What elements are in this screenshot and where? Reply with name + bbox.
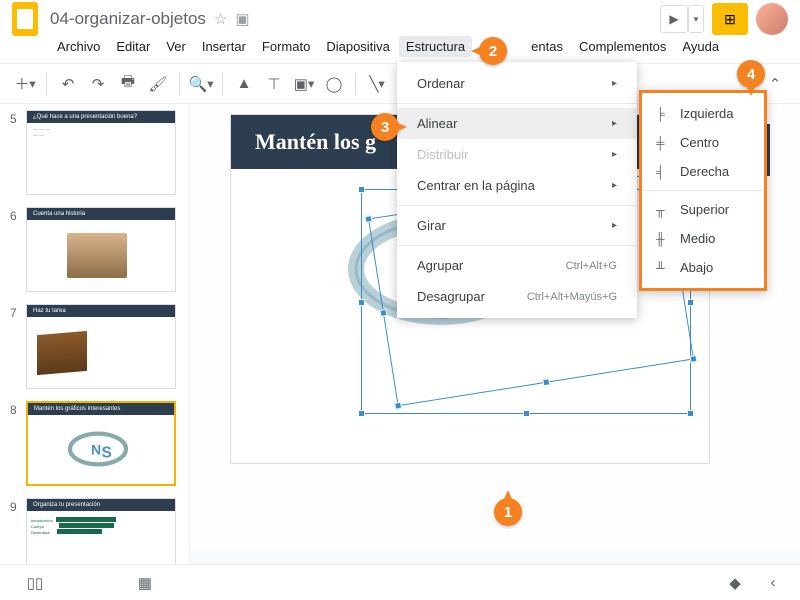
menu-editar[interactable]: Editar xyxy=(109,36,157,57)
callout-1: 1 xyxy=(494,498,522,526)
menu-centrar[interactable]: Centrar en la página▸ xyxy=(397,170,637,201)
menu-ver[interactable]: Ver xyxy=(159,36,193,57)
menu-diapositiva[interactable]: Diapositiva xyxy=(319,36,397,57)
user-avatar[interactable] xyxy=(756,3,788,35)
thumb-slide-8[interactable]: Mantén los gráficos interesantes NS xyxy=(26,401,176,486)
slide-thumbnails: 5 ¿Qué hace a una presentación buena?— —… xyxy=(0,104,190,594)
menu-formato[interactable]: Formato xyxy=(255,36,317,57)
redo-button[interactable]: ↷ xyxy=(85,71,111,97)
svg-text:S: S xyxy=(102,444,112,461)
align-right-icon: ╡ xyxy=(656,165,670,179)
menu-estructura[interactable]: Estructura xyxy=(399,36,472,57)
paint-format-button[interactable]: 🖌 xyxy=(145,71,171,97)
thumb-number: 8 xyxy=(10,401,26,486)
callout-2: 2 xyxy=(479,37,507,65)
document-title[interactable]: 04-organizar-objetos xyxy=(50,9,206,29)
present-button[interactable]: ▶ xyxy=(660,5,688,33)
undo-button[interactable]: ↶ xyxy=(55,71,81,97)
line-tool[interactable]: ╲▾ xyxy=(364,71,390,97)
bottom-bar: ▯▯ ▦ ◆ ‹ xyxy=(0,564,800,600)
menu-agrupar[interactable]: AgruparCtrl+Alt+G xyxy=(397,250,637,281)
menu-desagrupar[interactable]: DesagruparCtrl+Alt+Mayús+G xyxy=(397,281,637,312)
explore-icon[interactable]: ◆ xyxy=(720,574,750,592)
print-button[interactable]: 🖶 xyxy=(115,71,141,97)
thumb-number: 7 xyxy=(10,304,26,389)
align-middle[interactable]: ╫Medio xyxy=(642,224,764,253)
present-dropdown[interactable]: ▾ xyxy=(688,5,704,33)
align-center[interactable]: ╪Centro xyxy=(642,128,764,157)
textbox-tool[interactable]: ⊤ xyxy=(261,71,287,97)
menu-girar[interactable]: Girar▸ xyxy=(397,210,637,241)
align-center-icon: ╪ xyxy=(656,136,670,150)
align-top[interactable]: ╥Superior xyxy=(642,195,764,224)
estructura-menu: Ordenar▸ Alinear▸ Distribuir▸ Centrar en… xyxy=(397,62,637,318)
thumb-number: 6 xyxy=(10,207,26,292)
thumb-slide-7[interactable]: Haz tu tarea xyxy=(26,304,176,389)
align-bottom-icon: ╨ xyxy=(656,261,670,275)
slides-app-icon[interactable] xyxy=(12,2,38,36)
callout-4: 4 xyxy=(737,60,765,88)
align-middle-icon: ╫ xyxy=(656,232,670,246)
menu-ordenar[interactable]: Ordenar▸ xyxy=(397,68,637,99)
image-tool[interactable]: ▣▾ xyxy=(291,71,317,97)
chevron-left-icon[interactable]: ‹ xyxy=(758,574,788,592)
align-right[interactable]: ╡Derecha xyxy=(642,157,764,186)
horizontal-scroll[interactable] xyxy=(190,551,800,564)
thumb-slide-6[interactable]: Cuenta una historia xyxy=(26,207,176,292)
svg-text:N: N xyxy=(91,442,101,458)
alinear-submenu: ╞Izquierda ╪Centro ╡Derecha ╥Superior ╫M… xyxy=(639,90,767,291)
menu-alinear[interactable]: Alinear▸ xyxy=(397,108,637,139)
menu-complementos[interactable]: Complementos xyxy=(572,36,673,57)
menu-bar: Archivo Editar Ver Insertar Formato Diap… xyxy=(0,34,800,64)
folder-icon[interactable]: ▣ xyxy=(235,10,249,28)
title-bar: 04-organizar-objetos ☆ ▣ ▶ ▾ ⊞ xyxy=(0,0,800,34)
align-bottom[interactable]: ╨Abajo xyxy=(642,253,764,282)
callout-3: 3 xyxy=(371,113,399,141)
menu-insertar[interactable]: Insertar xyxy=(195,36,253,57)
star-icon[interactable]: ☆ xyxy=(214,10,227,28)
filmstrip-view-icon[interactable]: ▯▯ xyxy=(20,574,50,592)
align-top-icon: ╥ xyxy=(656,203,670,217)
thumb-slide-5[interactable]: ¿Qué hace a una presentación buena?— — —… xyxy=(26,110,176,195)
shape-tool[interactable]: ◯ xyxy=(321,71,347,97)
select-tool[interactable]: ▲ xyxy=(231,71,257,97)
zoom-button[interactable]: 🔍▾ xyxy=(188,71,214,97)
thumb-number: 5 xyxy=(10,110,26,195)
new-slide-button[interactable]: ＋▾ xyxy=(12,71,38,97)
menu-ayuda[interactable]: Ayuda xyxy=(675,36,726,57)
grid-view-icon[interactable]: ▦ xyxy=(130,574,160,592)
menu-distribuir: Distribuir▸ xyxy=(397,139,637,170)
align-left[interactable]: ╞Izquierda xyxy=(642,99,764,128)
menu-herramientas[interactable]: entas xyxy=(524,36,570,57)
align-left-icon: ╞ xyxy=(656,107,670,121)
menu-archivo[interactable]: Archivo xyxy=(50,36,107,57)
share-button[interactable]: ⊞ xyxy=(712,3,748,35)
